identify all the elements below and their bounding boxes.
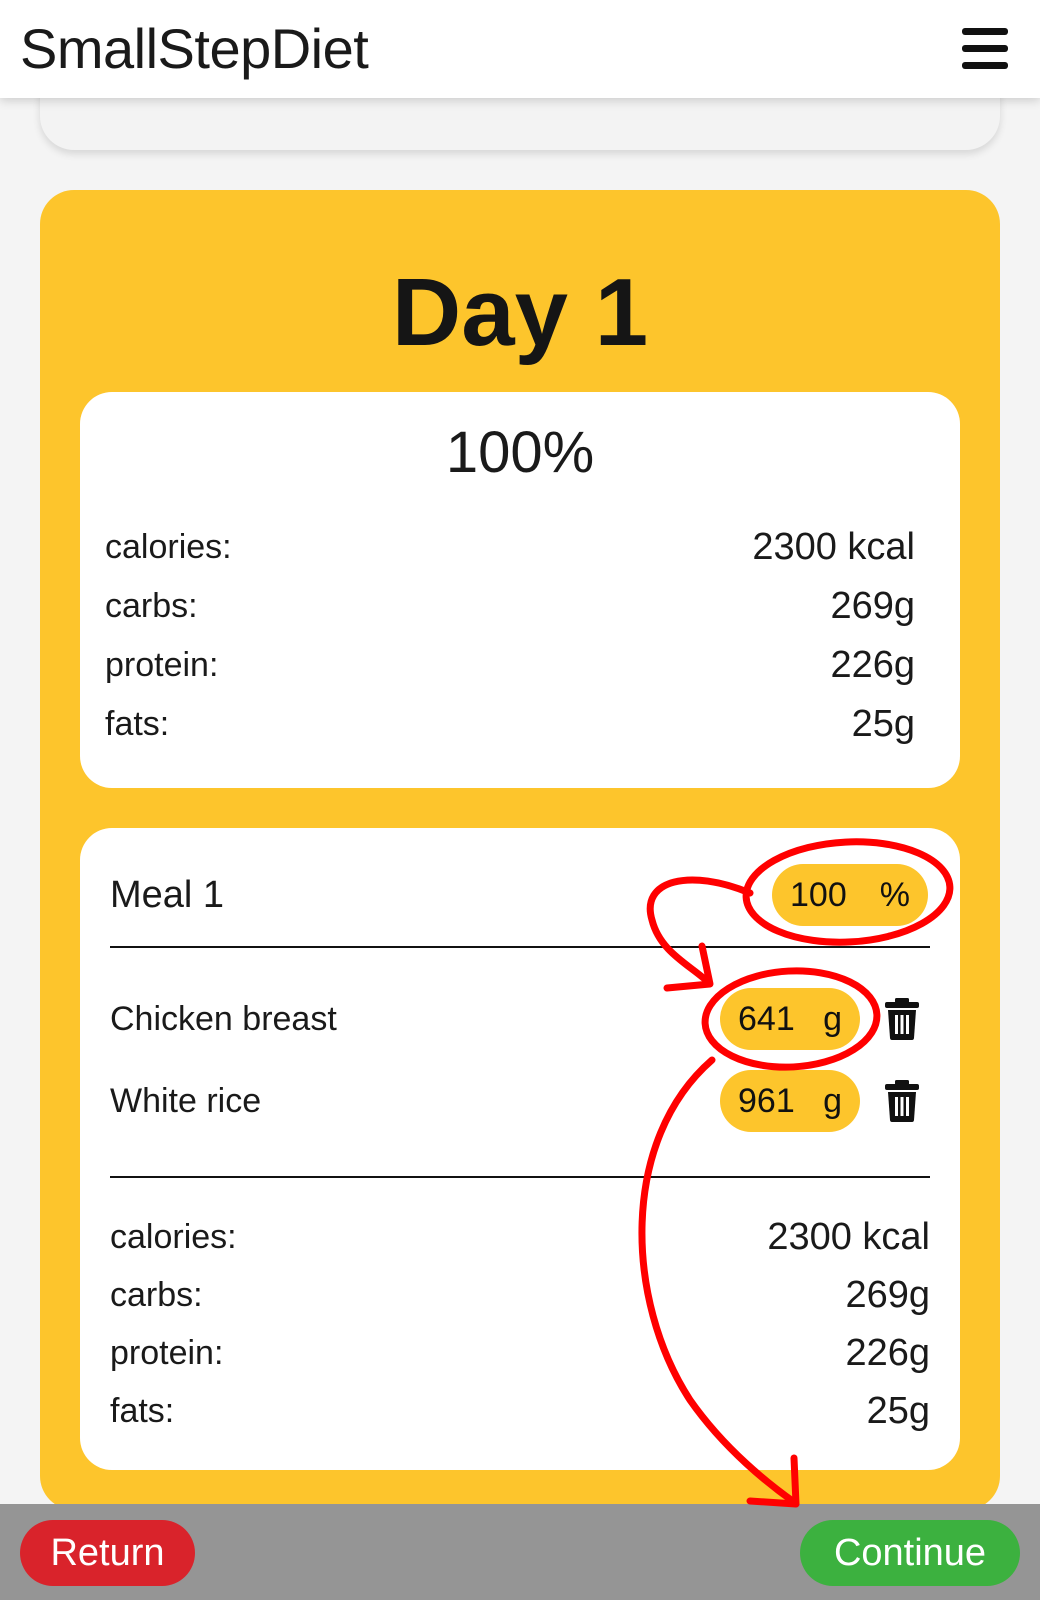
- trash-icon[interactable]: [884, 998, 920, 1040]
- nutrient-value: 25g: [851, 703, 915, 745]
- nutrient-label: calories:: [110, 1218, 237, 1256]
- meal-title: Meal 1: [110, 874, 225, 916]
- nutrient-value: 2300 kcal: [767, 1216, 930, 1258]
- meal-total-calories: calories: 2300 kcal: [110, 1212, 930, 1262]
- nutrient-value: 226g: [845, 1332, 930, 1374]
- nutrient-label: carbs:: [110, 1276, 203, 1314]
- nutrient-value: 25g: [866, 1390, 930, 1432]
- footer-bar: Return Continue: [0, 1504, 1040, 1600]
- hamburger-menu-icon[interactable]: [962, 28, 1008, 70]
- nutrient-value: 269g: [830, 585, 915, 627]
- meal-percent-value: 100: [790, 876, 847, 914]
- app-header: SmallStepDiet: [0, 0, 1040, 98]
- nutrient-value: 2300 kcal: [752, 526, 915, 568]
- food-amount-input[interactable]: 641 g: [720, 988, 860, 1050]
- meal-percent-input[interactable]: 100 %: [772, 864, 928, 926]
- app-title: SmallStepDiet: [20, 17, 369, 80]
- meal-card: Meal 1 100 % Chicken breast 641 g White …: [80, 828, 960, 1470]
- divider: [110, 1176, 930, 1178]
- nutrient-label: protein:: [105, 646, 219, 684]
- food-amount-input[interactable]: 961 g: [720, 1070, 860, 1132]
- food-amount-value: 961: [738, 1082, 795, 1120]
- food-amount-unit: g: [823, 1082, 842, 1120]
- divider: [110, 946, 930, 948]
- nutrient-label: protein:: [110, 1334, 224, 1372]
- trash-icon[interactable]: [884, 1080, 920, 1122]
- food-amount-unit: g: [823, 1000, 842, 1038]
- summary-row-calories: calories: 2300 kcal: [105, 522, 915, 572]
- nutrient-value: 226g: [830, 644, 915, 686]
- nutrient-label: calories:: [105, 528, 232, 566]
- summary-row-protein: protein: 226g: [105, 640, 915, 690]
- continue-button[interactable]: Continue: [800, 1520, 1020, 1586]
- day-summary-card: 100% calories: 2300 kcal carbs: 269g pro…: [80, 392, 960, 788]
- meal-total-fats: fats: 25g: [110, 1386, 930, 1436]
- day-title: Day 1: [391, 259, 649, 366]
- meal-percent-unit: %: [879, 876, 910, 914]
- nutrient-value: 269g: [845, 1274, 930, 1316]
- food-name: Chicken breast: [110, 1000, 337, 1038]
- nutrient-label: fats:: [105, 705, 170, 743]
- nutrient-label: fats:: [110, 1392, 175, 1430]
- summary-row-fats: fats: 25g: [105, 699, 915, 749]
- meal-total-carbs: carbs: 269g: [110, 1270, 930, 1320]
- nutrient-label: carbs:: [105, 587, 198, 625]
- day-percent: 100%: [445, 420, 595, 485]
- food-name: White rice: [110, 1082, 262, 1120]
- return-button[interactable]: Return: [20, 1520, 195, 1586]
- summary-row-carbs: carbs: 269g: [105, 581, 915, 631]
- meal-total-protein: protein: 226g: [110, 1328, 930, 1378]
- food-amount-value: 641: [738, 1000, 795, 1038]
